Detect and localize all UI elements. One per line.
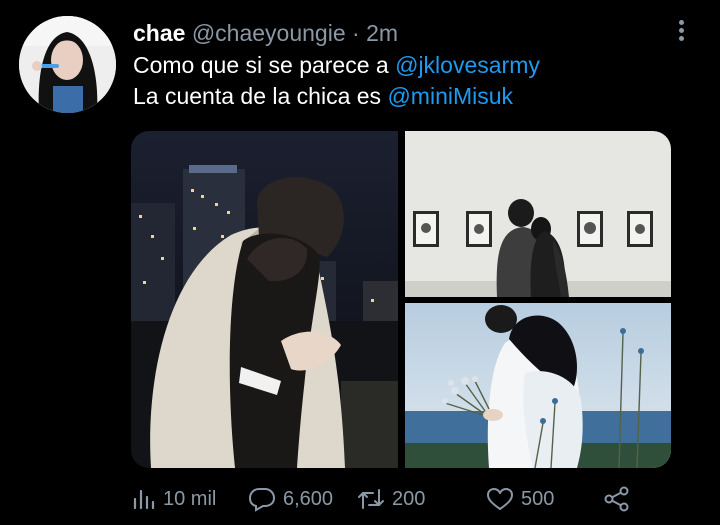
tweet-actions: 10 mil 6,600 200 500 <box>131 484 651 514</box>
tweet-header: chae @chaeyoungie · 2m <box>133 18 398 48</box>
reply-button[interactable]: 6,600 <box>247 484 333 514</box>
more-dots-icon[interactable] <box>676 20 686 46</box>
views-button[interactable]: 10 mil <box>131 484 216 514</box>
media-grid <box>131 131 671 468</box>
avatar[interactable] <box>19 16 116 113</box>
share-button[interactable] <box>603 484 637 514</box>
like-count: 500 <box>521 487 555 510</box>
gallery-photo[interactable] <box>405 131 671 297</box>
night-hug-photo[interactable] <box>131 131 398 468</box>
tweet-line-1: Como que si se parece a @jklovesarmy <box>133 50 540 81</box>
avatar-image <box>19 16 116 113</box>
user-handle[interactable]: @chaeyoungie <box>192 20 346 46</box>
retweet-count: 200 <box>392 487 426 510</box>
header-separator: · <box>352 20 360 46</box>
tweet-text: Como que si se parece a @jklovesarmy La … <box>133 50 540 112</box>
reply-count: 6,600 <box>283 487 334 510</box>
tweet-text-part-1: Como que si se parece a <box>133 52 396 78</box>
tweet-time[interactable]: 2m <box>366 20 398 46</box>
display-name[interactable]: chae <box>133 20 185 46</box>
retweet-icon <box>358 489 384 509</box>
retweet-button[interactable]: 200 <box>356 484 425 514</box>
share-icon <box>604 486 629 512</box>
views-count: 10 mil <box>163 487 217 510</box>
mention-link-1[interactable]: @jklovesarmy <box>395 52 540 78</box>
like-button[interactable]: 500 <box>485 484 554 514</box>
bar-chart-icon <box>133 489 155 510</box>
tweet-text-part-2: La cuenta de la chica es <box>133 83 388 109</box>
flowers-photo[interactable] <box>405 303 671 468</box>
tweet-line-2: La cuenta de la chica es @miniMisuk <box>133 81 540 112</box>
mention-link-2[interactable]: @miniMisuk <box>387 83 513 109</box>
heart-icon <box>487 488 513 510</box>
reply-bubble-icon <box>248 488 276 512</box>
